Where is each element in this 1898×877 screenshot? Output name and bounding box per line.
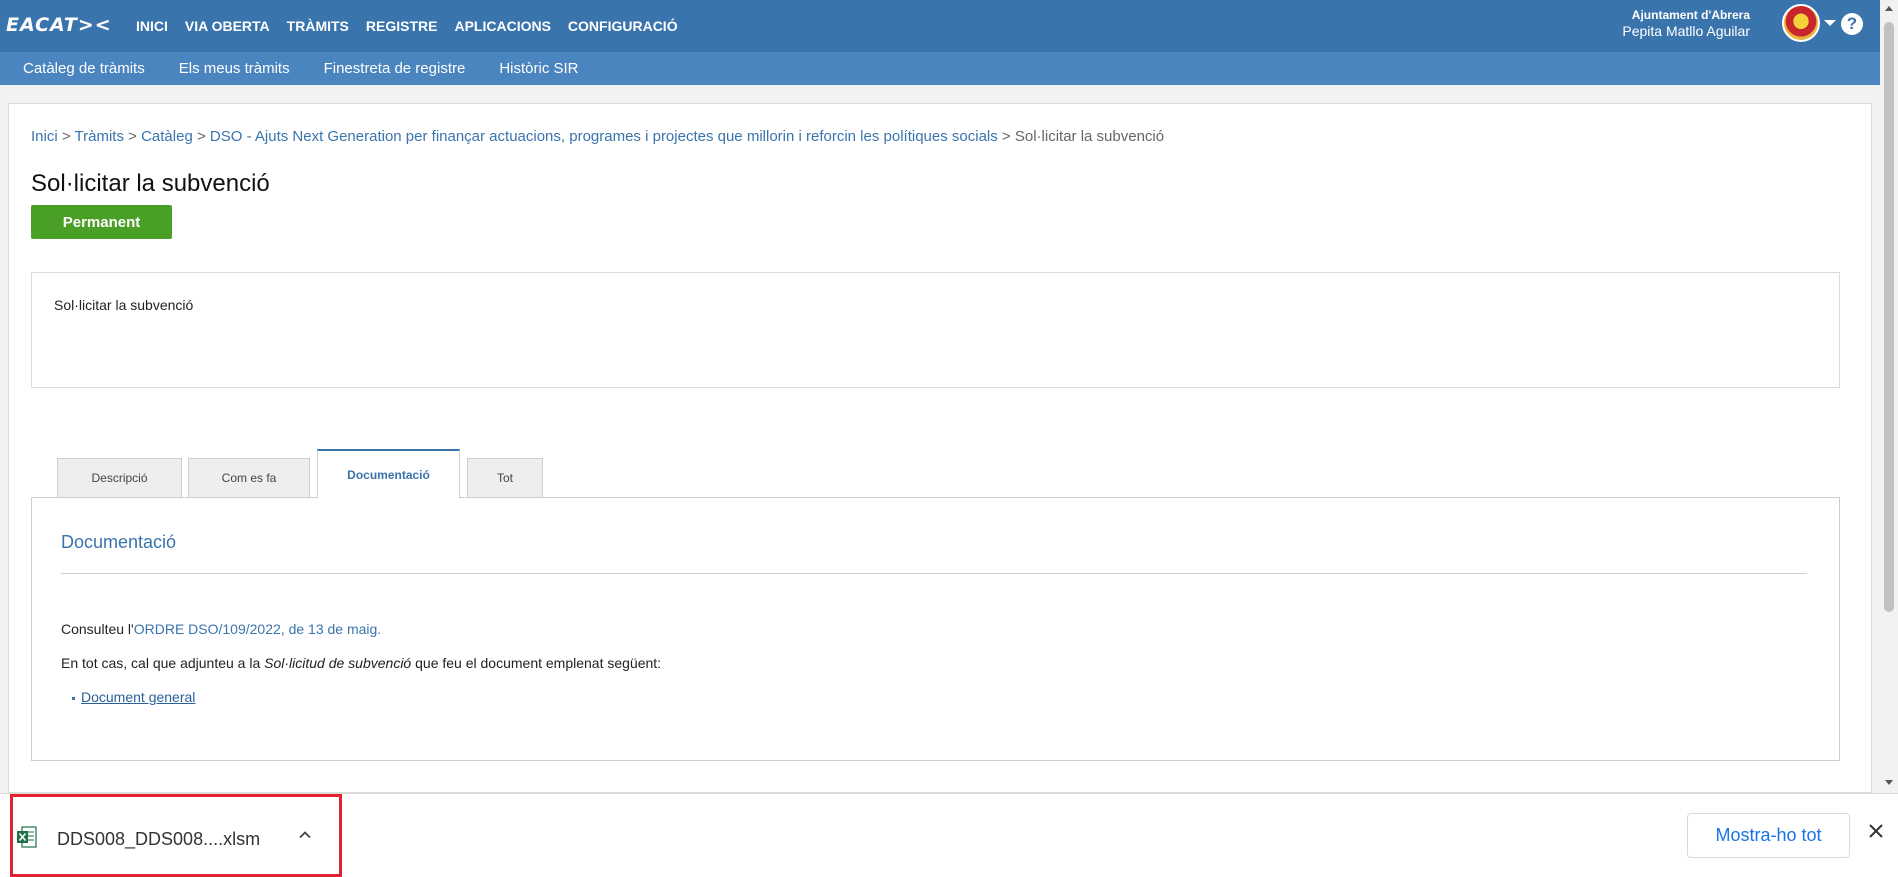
section-heading: Documentació [61,532,177,552]
user-menu-caret-icon[interactable] [1824,20,1836,26]
nav-aplicacions[interactable]: APLICACIONS [454,18,550,34]
user-info[interactable]: Ajuntament d'Abrera Pepita Matllo Aguila… [1622,8,1750,39]
tab-documentacio[interactable]: Documentació [317,449,460,499]
breadcrumb-tramits[interactable]: Tràmits [75,128,124,145]
subnav-meus-tramits[interactable]: Els meus tràmits [179,60,290,77]
nav-configuracio[interactable]: CONFIGURACIÓ [568,18,678,34]
scroll-up-arrow-icon[interactable] [1885,6,1893,11]
subnav-finestreta[interactable]: Finestreta de registre [324,60,466,77]
breadcrumb: Inici > Tràmits > Catàleg > DSO - Ajuts … [31,128,1164,145]
organization-name: Ajuntament d'Abrera [1631,8,1750,22]
subnav-historic-sir[interactable]: Històric SIR [499,60,578,77]
tab-tot[interactable]: Tot [467,458,543,498]
breadcrumb-separator: > [196,128,210,145]
top-navigation-bar: EACAT>< INICI VIA OBERTA TRÀMITS REGISTR… [0,0,1880,52]
breadcrumb-inici[interactable]: Inici [31,128,58,145]
breadcrumb-separator: > [61,128,75,145]
secondary-navigation-bar: Catàleg de tràmits Els meus tràmits Fine… [0,52,1880,85]
nav-tramits[interactable]: TRÀMITS [287,18,349,34]
breadcrumb-dso-ajuts[interactable]: DSO - Ajuts Next Generation per finançar… [210,128,998,145]
municipal-shield-icon[interactable] [1782,4,1820,42]
download-item[interactable]: DDS008_DDS008....xlsm [10,794,342,877]
attach-suffix: que feu el document emplenat següent: [411,655,662,671]
eacat-logo[interactable]: EACAT>< [6,14,112,36]
content-card: Inici > Tràmits > Catàleg > DSO - Ajuts … [8,103,1872,793]
tab-com-es-fa[interactable]: Com es fa [188,458,310,498]
breadcrumb-separator: > [1001,128,1015,145]
divider [61,573,1807,574]
breadcrumb-separator: > [128,128,142,145]
status-badge: Permanent [31,205,172,239]
attach-emphasis: Sol·licitud de subvenció [264,655,412,671]
tab-panel-documentacio: Documentació Consulteu l'ORDRE DSO/109/2… [31,497,1840,761]
download-bar: DDS008_DDS008....xlsm Mostra-ho tot [0,793,1898,877]
page-scrollbar[interactable] [1880,0,1898,793]
breadcrumb-current: Sol·licitar la subvenció [1014,128,1165,145]
tab-descripcio[interactable]: Descripció [57,458,182,498]
download-filename: DDS008_DDS008....xlsm [57,829,261,849]
ordre-link[interactable]: ORDRE DSO/109/2022, de 13 de maig. [134,621,381,637]
consult-prefix: Consulteu l' [61,621,134,637]
attach-prefix: En tot cas, cal que adjunteu a la [61,655,265,671]
list-item: Document general [72,689,195,705]
bullet-icon [72,696,75,700]
nav-registre[interactable]: REGISTRE [366,18,438,34]
subnav-cataleg[interactable]: Catàleg de tràmits [23,60,145,77]
main-nav: INICI VIA OBERTA TRÀMITS REGISTRE APLICA… [136,0,678,52]
user-name: Pepita Matllo Aguilar [1622,23,1750,39]
excel-file-icon [17,826,37,848]
close-icon[interactable] [1867,822,1885,840]
nav-inici[interactable]: INICI [136,18,168,34]
help-icon[interactable]: ? [1841,13,1863,35]
document-general-link[interactable]: Document general [81,689,195,705]
breadcrumb-cataleg[interactable]: Catàleg [141,128,193,145]
attach-paragraph: En tot cas, cal que adjunteu a la Sol·li… [61,655,661,671]
tab-bar: Descripció Com es fa Documentació Tot [31,444,1840,499]
consult-paragraph: Consulteu l'ORDRE DSO/109/2022, de 13 de… [61,621,381,637]
summary-box: Sol·licitar la subvenció [31,272,1840,388]
scrollbar-thumb[interactable] [1884,22,1894,612]
nav-via-oberta[interactable]: VIA OBERTA [185,18,270,34]
scroll-down-arrow-icon[interactable] [1885,780,1893,785]
page-title: Sol·licitar la subvenció [31,170,270,197]
sub-nav: Catàleg de tràmits Els meus tràmits Fine… [23,52,579,85]
show-all-downloads-button[interactable]: Mostra-ho tot [1687,813,1850,858]
summary-text: Sol·licitar la subvenció [54,297,194,313]
chevron-up-icon[interactable] [299,829,311,841]
